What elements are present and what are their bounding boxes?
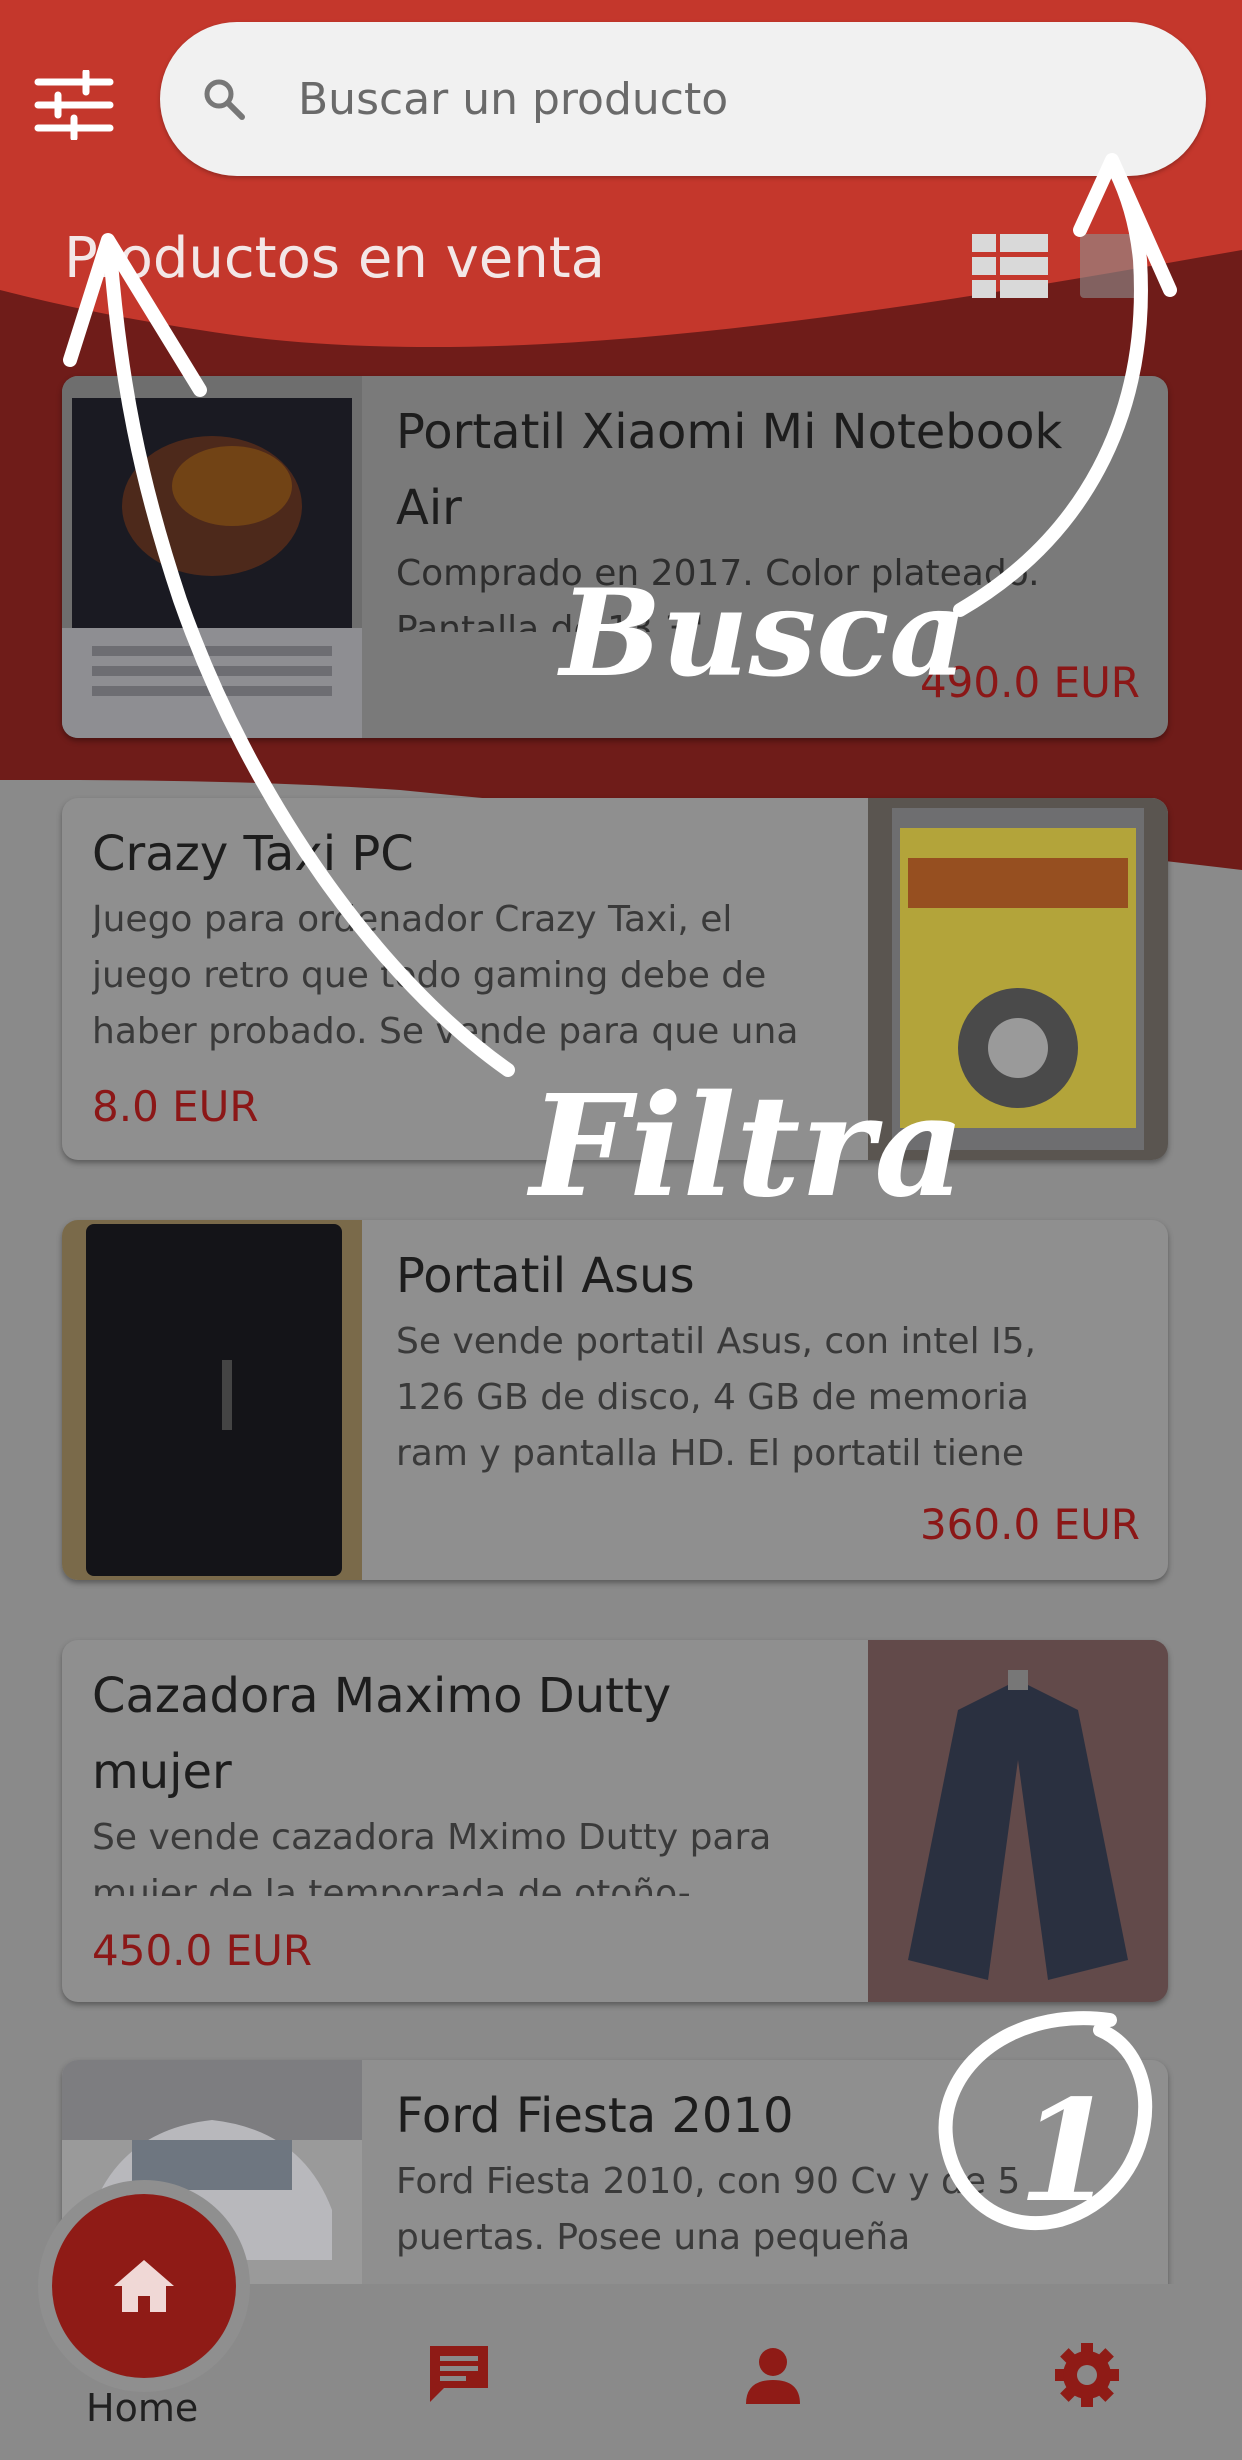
product-price: 490.0 EUR <box>919 658 1140 707</box>
product-price: 8.0 EUR <box>92 1082 259 1131</box>
list-view-icon[interactable] <box>972 234 1048 298</box>
home-button[interactable] <box>52 2194 236 2378</box>
page-title: Productos en venta <box>64 226 605 291</box>
product-description: Comprado en 2017. Color plateado. <box>396 553 1040 594</box>
product-title: Ford Fiesta 2010 <box>396 2088 794 2144</box>
home-icon <box>114 2260 174 2312</box>
filter-button[interactable] <box>24 60 124 150</box>
product-image-jacket <box>868 1640 1168 2002</box>
product-price: 360.0 EUR <box>919 1500 1140 1549</box>
product-image-laptop <box>62 376 362 738</box>
product-image-laptop <box>62 1220 362 1580</box>
product-card[interactable]: Portatil Asus Se vende portatil Asus, co… <box>62 1220 1168 1580</box>
product-card[interactable]: Crazy Taxi PC Juego para ordenador Crazy… <box>62 798 1168 1160</box>
chat-icon[interactable] <box>424 2340 494 2410</box>
product-price: 450.0 EUR <box>92 1926 313 1975</box>
product-description: 126 GB de disco, 4 GB de memoria <box>396 1377 1029 1418</box>
product-description: ram y pantalla HD. El portatil tiene <box>396 1433 1025 1474</box>
product-description: Pantalla de 13.3" <box>396 609 704 632</box>
product-title: Crazy Taxi PC <box>92 826 414 882</box>
product-description: Ford Fiesta 2010, con 90 Cv y de 5 <box>396 2161 1021 2202</box>
sliders-icon <box>34 70 114 140</box>
product-image-game-box <box>868 798 1168 1160</box>
product-description: juego retro que todo gaming debe de <box>92 955 767 996</box>
product-title: Cazadora Maximo Dutty <box>92 1668 672 1724</box>
gear-icon[interactable] <box>1052 2340 1122 2410</box>
home-label: Home <box>86 2386 199 2430</box>
search-bar[interactable] <box>160 22 1206 176</box>
search-icon <box>204 79 245 120</box>
search-input[interactable] <box>296 72 1120 126</box>
product-card[interactable]: Portatil Xiaomi Mi Notebook Air Comprado… <box>62 376 1168 738</box>
product-title: Air <box>396 480 462 536</box>
sort-icon[interactable] <box>1080 234 1146 298</box>
product-description: Juego para ordenador Crazy Taxi, el <box>92 899 733 940</box>
product-description: Se vende cazadora Mximo Dutty para <box>92 1817 772 1858</box>
product-title: Portatil Xiaomi Mi Notebook <box>396 404 1063 460</box>
product-title: mujer <box>92 1744 232 1800</box>
product-description: puertas. Posee una pequeña <box>396 2217 911 2258</box>
product-description: mujer de la temporada de otoño- <box>92 1873 691 1896</box>
product-title: Portatil Asus <box>396 1248 695 1304</box>
product-description: haber probado. Se vende para que una <box>92 1011 799 1052</box>
product-description: Se vende portatil Asus, con intel I5, <box>396 1321 1036 1362</box>
person-icon[interactable] <box>738 2340 808 2410</box>
product-card[interactable]: Cazadora Maximo Dutty mujer Se vende caz… <box>62 1640 1168 2002</box>
